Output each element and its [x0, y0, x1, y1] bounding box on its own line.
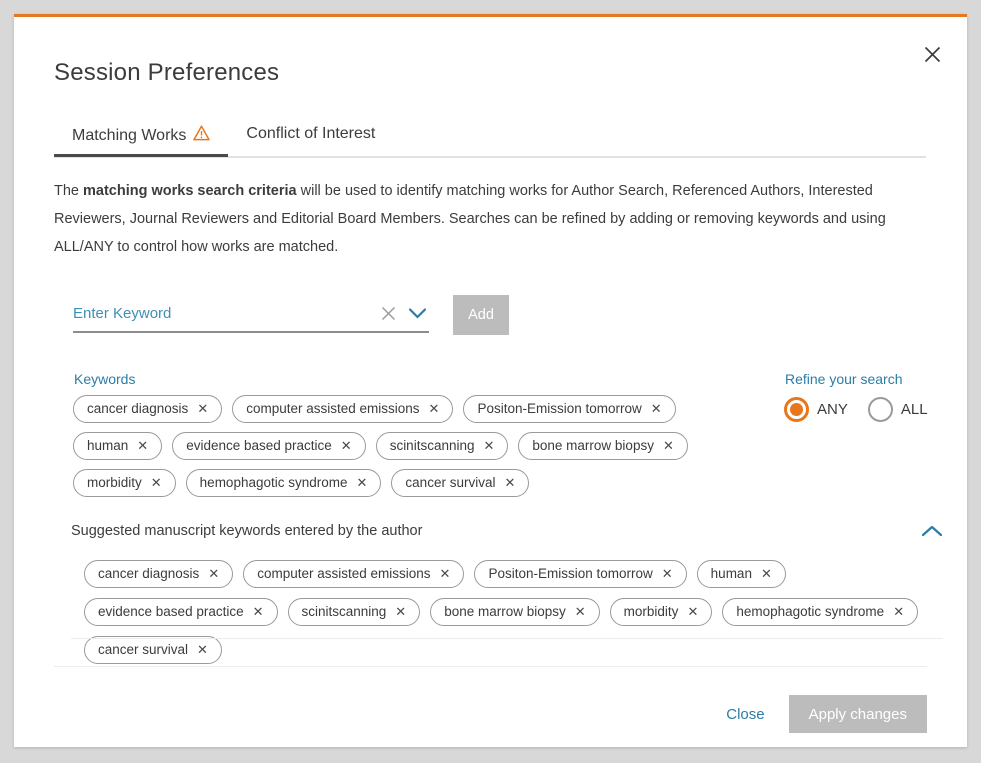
close-button[interactable]: Close: [722, 700, 768, 729]
remove-keyword-icon[interactable]: ✕: [137, 439, 148, 452]
suggested-keywords-title: Suggested manuscript keywords entered by…: [71, 523, 422, 539]
refine-radio-group: ANY ALL: [784, 397, 938, 422]
tab-matching-works-label: Matching Works: [72, 127, 186, 145]
remove-keyword-icon[interactable]: ✕: [651, 402, 662, 415]
remove-keyword-icon[interactable]: ✕: [504, 476, 515, 489]
keyword-chip: computer assisted emissions ✕: [232, 395, 453, 423]
remove-keyword-icon[interactable]: ✕: [687, 605, 698, 618]
keyword-chip-label: Positon-Emission tomorrow: [488, 565, 652, 582]
keyword-chip-label: morbidity: [87, 474, 142, 491]
tab-conflict-of-interest-label: Conflict of Interest: [246, 125, 375, 143]
keyword-chip: cancer diagnosis ✕: [84, 560, 233, 588]
radio-label-all: ALL: [901, 401, 928, 418]
keyword-chip: evidence based practice ✕: [172, 432, 366, 460]
dialog-footer: Close Apply changes: [722, 695, 927, 733]
remove-keyword-icon[interactable]: ✕: [151, 476, 162, 489]
keyword-chip-label: morbidity: [624, 603, 679, 620]
keyword-chip-label: human: [87, 437, 128, 454]
description-bold: matching works search criteria: [83, 183, 297, 199]
close-icon[interactable]: [919, 41, 945, 67]
clear-x-icon[interactable]: [381, 306, 396, 321]
remove-keyword-icon[interactable]: ✕: [483, 439, 494, 452]
keywords-chip-list: cancer diagnosis✕computer assisted emiss…: [73, 395, 733, 497]
keyword-chip: bone marrow biopsy ✕: [518, 432, 687, 460]
remove-keyword-icon[interactable]: ✕: [197, 402, 208, 415]
keyword-field-icons: [381, 306, 427, 321]
session-preferences-dialog: Session Preferences Matching Works Confl…: [14, 14, 967, 747]
keyword-chip-label: evidence based practice: [98, 603, 244, 620]
keyword-chip-label: cancer diagnosis: [87, 400, 188, 417]
keyword-chip: hemophagotic syndrome ✕: [186, 469, 382, 497]
keyword-chip: scinitscanning ✕: [288, 598, 421, 626]
remove-keyword-icon[interactable]: ✕: [357, 476, 368, 489]
keyword-chip-label: Positon-Emission tomorrow: [477, 400, 641, 417]
remove-keyword-icon[interactable]: ✕: [440, 567, 451, 580]
keyword-entry-row: Add: [73, 295, 509, 335]
remove-keyword-icon[interactable]: ✕: [761, 567, 772, 580]
suggested-keywords-header[interactable]: Suggested manuscript keywords entered by…: [71, 523, 943, 539]
divider-lower: [54, 666, 927, 667]
apply-changes-button[interactable]: Apply changes: [789, 695, 927, 733]
refine-label: Refine your search: [785, 371, 903, 387]
warning-triangle-icon: [193, 125, 210, 146]
keyword-chip-label: computer assisted emissions: [257, 565, 430, 582]
remove-keyword-icon[interactable]: ✕: [663, 439, 674, 452]
keyword-field[interactable]: [73, 295, 429, 333]
keyword-chip: scinitscanning ✕: [376, 432, 509, 460]
remove-keyword-icon[interactable]: ✕: [575, 605, 586, 618]
keyword-chip: Positon-Emission tomorrow ✕: [474, 560, 686, 588]
keyword-chip-label: cancer survival: [405, 474, 495, 491]
page-title: Session Preferences: [54, 59, 279, 87]
tab-bar: Matching Works Conflict of Interest: [54, 121, 926, 158]
description-part1: The: [54, 183, 83, 199]
keyword-chip: cancer survival ✕: [84, 636, 222, 664]
keyword-chip: morbidity ✕: [610, 598, 713, 626]
keyword-input[interactable]: [73, 305, 373, 322]
keyword-chip: cancer survival ✕: [391, 469, 529, 497]
keywords-label: Keywords: [74, 371, 135, 387]
refine-option-all[interactable]: ALL: [868, 397, 938, 422]
keyword-chip-label: evidence based practice: [186, 437, 332, 454]
keyword-chip: cancer diagnosis ✕: [73, 395, 222, 423]
radio-label-any: ANY: [817, 401, 848, 418]
chevron-up-icon[interactable]: [921, 524, 943, 538]
keyword-chip-label: cancer diagnosis: [98, 565, 199, 582]
keyword-chip-label: hemophagotic syndrome: [200, 474, 348, 491]
keyword-chip: computer assisted emissions ✕: [243, 560, 464, 588]
keyword-chip: evidence based practice ✕: [84, 598, 278, 626]
suggested-keywords-chip-list: cancer diagnosis✕computer assisted emiss…: [84, 560, 924, 664]
refine-option-any[interactable]: ANY: [784, 397, 858, 422]
description-text: The matching works search criteria will …: [54, 177, 944, 261]
keyword-chip-label: cancer survival: [98, 641, 188, 658]
add-keyword-button[interactable]: Add: [453, 295, 509, 335]
keyword-chip-label: bone marrow biopsy: [444, 603, 566, 620]
keyword-chip: bone marrow biopsy ✕: [430, 598, 599, 626]
tab-matching-works[interactable]: Matching Works: [54, 121, 228, 155]
keyword-chip-label: computer assisted emissions: [246, 400, 419, 417]
remove-keyword-icon[interactable]: ✕: [253, 605, 264, 618]
remove-keyword-icon[interactable]: ✕: [395, 605, 406, 618]
remove-keyword-icon[interactable]: ✕: [893, 605, 904, 618]
divider-upper: [71, 638, 943, 639]
radio-any[interactable]: [784, 397, 809, 422]
keyword-chip-label: human: [711, 565, 752, 582]
keyword-chip-label: scinitscanning: [390, 437, 475, 454]
keyword-chip-label: bone marrow biopsy: [532, 437, 654, 454]
keyword-chip: human ✕: [73, 432, 162, 460]
remove-keyword-icon[interactable]: ✕: [341, 439, 352, 452]
keyword-chip: morbidity ✕: [73, 469, 176, 497]
radio-all[interactable]: [868, 397, 893, 422]
tab-conflict-of-interest[interactable]: Conflict of Interest: [228, 121, 393, 152]
keyword-chip-label: hemophagotic syndrome: [736, 603, 884, 620]
keyword-chip: Positon-Emission tomorrow ✕: [463, 395, 675, 423]
remove-keyword-icon[interactable]: ✕: [208, 567, 219, 580]
remove-keyword-icon[interactable]: ✕: [662, 567, 673, 580]
keyword-chip-label: scinitscanning: [302, 603, 387, 620]
chevron-down-icon[interactable]: [408, 307, 427, 320]
remove-keyword-icon[interactable]: ✕: [197, 643, 208, 656]
keyword-chip: hemophagotic syndrome ✕: [722, 598, 918, 626]
remove-keyword-icon[interactable]: ✕: [429, 402, 440, 415]
keyword-chip: human ✕: [697, 560, 786, 588]
